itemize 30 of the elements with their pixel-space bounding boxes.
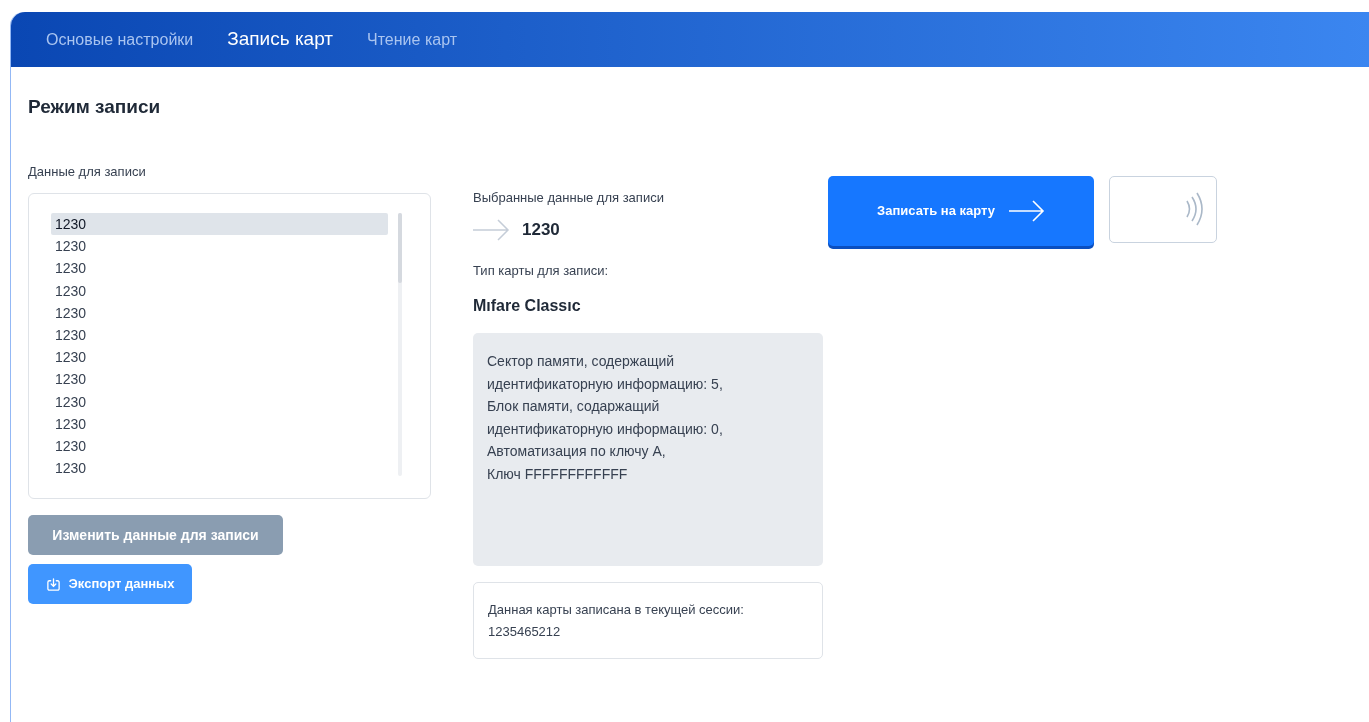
list-item[interactable]: 1230	[51, 434, 388, 458]
contactless-icon	[1184, 192, 1204, 226]
card-info-text: Сектор памяти, содержащий идентификаторную информацию: 5, Блок памяти, содаржащий идентификаторную информацию: 0, Автоматизация по ключу А, Ключ FFFFFFFFFFFF	[487, 352, 724, 484]
field-label: Данные для записи	[28, 162, 147, 181]
tab[interactable]: Чтение карт	[355, 27, 469, 52]
selected-value: 1230	[522, 219, 560, 241]
download-icon	[45, 576, 61, 592]
field-label: Тип карты для записи:	[473, 261, 610, 280]
list-item[interactable]: 1230	[51, 390, 388, 413]
arrow-icon	[473, 218, 510, 241]
write-card-button[interactable]: Записать на карту	[828, 175, 1094, 246]
tab[interactable]: Запись карт	[215, 25, 346, 54]
list-item[interactable]: 1230	[51, 412, 388, 435]
scrollbar[interactable]	[398, 213, 402, 476]
list-item[interactable]: 1230	[51, 323, 388, 347]
section-title: Режим записи	[28, 95, 162, 119]
session-value: 1235465212	[488, 623, 562, 641]
tab[interactable]: Основые настройки	[34, 27, 206, 52]
list-item[interactable]: 1230	[51, 301, 388, 324]
list-item[interactable]: 1230	[51, 257, 388, 280]
list-item[interactable]: 1230	[51, 279, 388, 302]
list-item[interactable]: 1230	[51, 235, 388, 258]
field-label: Выбранные данные для записи	[473, 188, 665, 207]
list-item[interactable]: 1230	[51, 457, 388, 480]
arrow-icon	[1008, 199, 1045, 222]
session-label: Данная карты записана в текущей сессии:	[488, 601, 745, 619]
card-type-value: Mıfare Classıc	[473, 296, 582, 316]
list-item[interactable]: 1230	[51, 346, 388, 369]
list-item[interactable]: 1230	[51, 368, 388, 391]
list-item[interactable]: 1230	[51, 213, 388, 236]
